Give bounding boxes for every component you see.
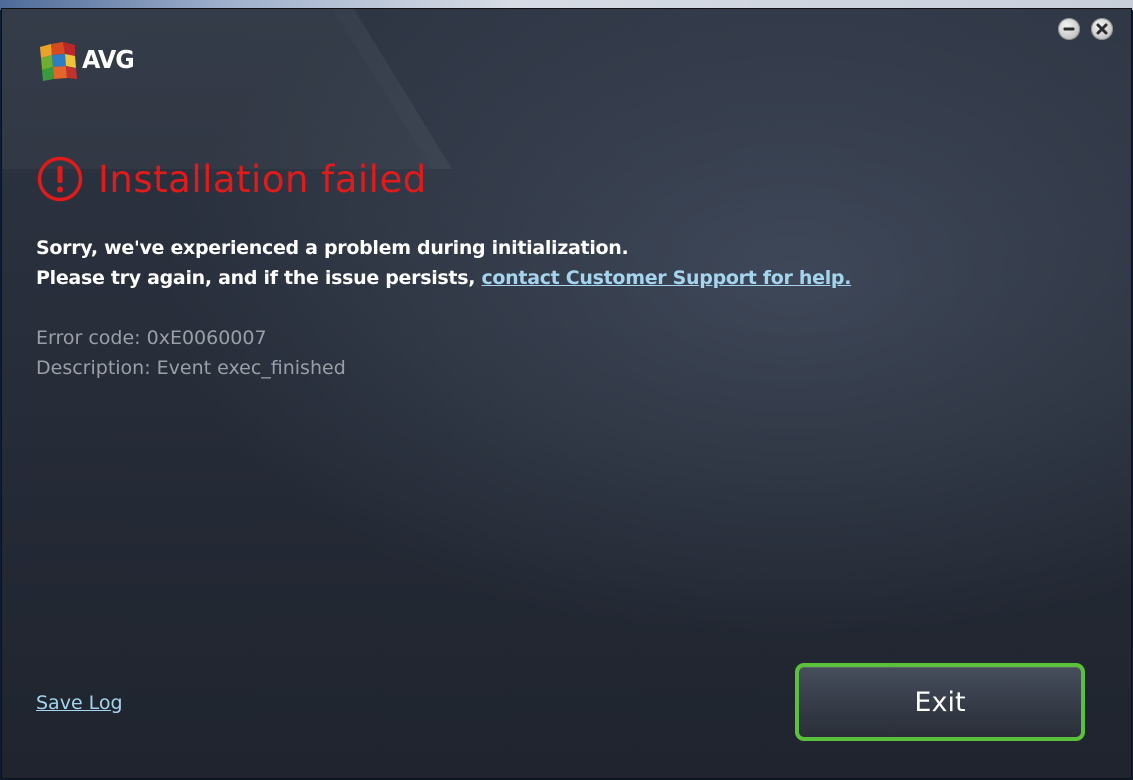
installer-window: AVG Installation failed Sorry, we've exp… xyxy=(2,9,1131,778)
error-message-prefix: Please try again, and if the issue persi… xyxy=(36,267,482,289)
error-message-line-2: Please try again, and if the issue persi… xyxy=(36,267,851,289)
avg-logo: AVG xyxy=(37,41,137,83)
avg-flag-icon xyxy=(40,42,77,81)
close-icon xyxy=(1096,23,1108,35)
error-message-line-1: Sorry, we've experienced a problem durin… xyxy=(36,237,629,259)
save-log-link[interactable]: Save Log xyxy=(36,692,123,714)
error-code: Error code: 0xE0060007 xyxy=(36,327,267,349)
exit-button[interactable]: Exit xyxy=(795,663,1085,741)
error-description: Description: Event exec_finished xyxy=(36,357,346,379)
error-heading: Installation failed xyxy=(36,150,427,208)
error-title: Installation failed xyxy=(98,157,427,201)
close-button[interactable] xyxy=(1091,18,1113,40)
exclamation-circle-icon xyxy=(37,156,83,202)
customer-support-link[interactable]: contact Customer Support for help. xyxy=(481,267,851,289)
minimize-icon xyxy=(1063,27,1075,31)
brand-name: AVG xyxy=(82,45,135,74)
minimize-button[interactable] xyxy=(1058,18,1080,40)
